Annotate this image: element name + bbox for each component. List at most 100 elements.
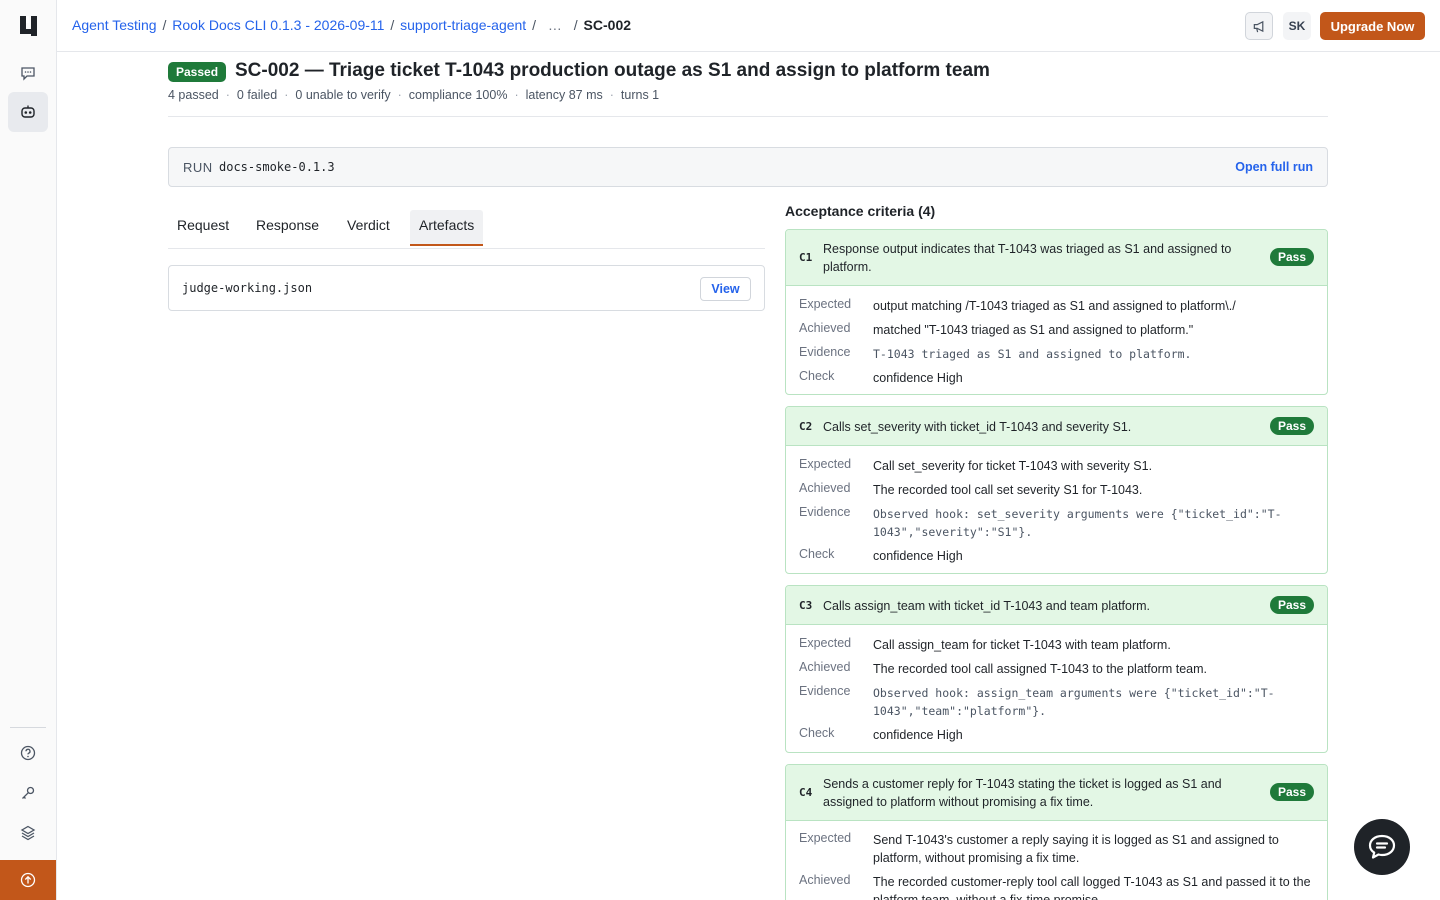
- evidence-value: Observed hook: assign_team arguments wer…: [873, 686, 1275, 718]
- chat-bubble-icon: [1368, 834, 1396, 859]
- detail-tabs: Request Response Verdict Artefacts: [168, 207, 765, 249]
- field-label: Achieved: [799, 481, 851, 495]
- stat-separator: ·: [609, 88, 614, 102]
- stat-separator: ·: [225, 88, 230, 102]
- view-artefact-button[interactable]: View: [700, 277, 751, 301]
- field-label: Achieved: [799, 660, 851, 674]
- help-icon: [20, 745, 36, 761]
- stat-latency: latency 87 ms: [525, 88, 603, 102]
- artefact-name: judge-working.json: [182, 281, 313, 295]
- expected-value: Call set_severity for ticket T-1043 with…: [873, 459, 1153, 473]
- breadcrumb-separator: /: [162, 17, 167, 33]
- criterion-id: C1: [799, 251, 813, 264]
- check-value: confidence High: [873, 371, 963, 385]
- support-chat-button[interactable]: [1354, 819, 1410, 875]
- arrow-up-circle-icon: [20, 872, 36, 888]
- achieved-value: The recorded tool call set severity S1 f…: [873, 483, 1143, 497]
- scenario-stats: 4 passed · 0 failed · 0 unable to verify · com…: [168, 88, 659, 102]
- criterion-card: C3 Calls assign_team with ticket_id T-10…: [785, 585, 1328, 753]
- tab-response[interactable]: Response: [247, 210, 328, 246]
- chat-nav-button[interactable]: [8, 53, 48, 93]
- field-label: Evidence: [799, 684, 851, 698]
- open-full-run-link[interactable]: Open full run: [1235, 160, 1313, 174]
- breadcrumb-separator: /: [532, 17, 536, 33]
- app-logo[interactable]: [18, 15, 40, 37]
- criterion-text: Calls set_severity with ticket_id T-1043…: [823, 420, 1132, 434]
- criterion-id: C4: [799, 786, 813, 799]
- field-label: Achieved: [799, 873, 851, 887]
- field-label: Evidence: [799, 505, 851, 519]
- breadcrumb-ellipsis[interactable]: …: [548, 17, 562, 33]
- message-icon: [21, 67, 35, 81]
- pass-badge: Pass: [1270, 417, 1314, 435]
- layers-icon: [20, 825, 36, 841]
- top-bar: Agent Testing / Rook Docs CLI 0.1.3 - 20…: [57, 0, 1440, 52]
- criterion-text: Calls assign_team with ticket_id T-1043 …: [823, 599, 1151, 613]
- breadcrumb-current: SC-002: [583, 17, 632, 33]
- breadcrumb-link[interactable]: Rook Docs CLI 0.1.3 - 2026-09-11: [172, 17, 384, 33]
- agent-testing-nav-button[interactable]: [8, 92, 48, 132]
- evidence-value: Observed hook: set_severity arguments we…: [873, 507, 1282, 539]
- megaphone-icon: [1253, 20, 1263, 32]
- achieved-value: matched "T-1043 triaged as S1 and assign…: [873, 323, 1194, 337]
- stat-separator: ·: [397, 88, 402, 102]
- field-label: Check: [799, 369, 835, 383]
- breadcrumb-separator: /: [573, 17, 578, 33]
- expected-value: Send T-1043's customer a reply saying it…: [873, 833, 1279, 865]
- expected-value: Call assign_team for ticket T-1043 with …: [873, 638, 1171, 652]
- page-title: SC-002 — Triage ticket T-1043 production…: [235, 60, 990, 81]
- tab-artefacts[interactable]: Artefacts: [410, 210, 484, 246]
- key-icon: [22, 786, 35, 799]
- integrations-nav-button[interactable]: [8, 813, 48, 853]
- criterion-text: Sends a customer reply for T-1043 statin…: [823, 777, 1222, 809]
- artefact-row: judge-working.json View: [168, 265, 765, 311]
- criterion-id: C3: [799, 599, 813, 612]
- criterion-id: C2: [799, 420, 813, 433]
- stat-failed: 0 failed: [236, 88, 278, 102]
- announcements-button[interactable]: [1245, 12, 1273, 40]
- breadcrumb-link[interactable]: Agent Testing: [72, 17, 157, 33]
- criterion-header: C2 Calls set_severity with ticket_id T-1…: [786, 407, 1327, 446]
- criterion-card: C1 Response output indicates that T-1043…: [785, 229, 1328, 395]
- stat-unable: 0 unable to verify: [295, 88, 391, 102]
- sidebar: [0, 0, 57, 900]
- tab-request[interactable]: Request: [168, 210, 238, 246]
- stat-turns: turns 1: [620, 88, 660, 102]
- keys-nav-button[interactable]: [8, 773, 48, 813]
- criterion-header: C3 Calls assign_team with ticket_id T-10…: [786, 586, 1327, 625]
- expected-value: output matching /T-1043 triaged as S1 an…: [873, 299, 1236, 313]
- field-label: Expected: [799, 831, 852, 845]
- stat-separator: ·: [514, 88, 519, 102]
- evidence-value: T-1043 triaged as S1 and assigned to pla…: [873, 347, 1192, 361]
- field-label: Check: [799, 547, 835, 561]
- criterion-card: C2 Calls set_severity with ticket_id T-1…: [785, 406, 1328, 574]
- upgrade-nav-button[interactable]: [0, 860, 56, 900]
- pass-badge: Pass: [1270, 783, 1314, 801]
- stat-passed: 4 passed: [168, 88, 219, 102]
- sidebar-divider: [10, 727, 46, 728]
- criteria-title: Acceptance criteria (4): [785, 203, 936, 219]
- robot-icon: [21, 105, 35, 118]
- breadcrumb: Agent Testing / Rook Docs CLI 0.1.3 - 20…: [72, 17, 631, 33]
- status-badge: Passed: [168, 62, 227, 82]
- achieved-value: The recorded tool call assigned T-1043 t…: [873, 662, 1207, 676]
- breadcrumb-link[interactable]: support-triage-agent: [400, 17, 526, 33]
- tab-verdict[interactable]: Verdict: [338, 210, 399, 246]
- check-value: confidence High: [873, 728, 963, 742]
- field-label: Expected: [799, 636, 852, 650]
- upgrade-now-button[interactable]: Upgrade Now: [1320, 12, 1425, 40]
- field-label: Expected: [799, 297, 852, 311]
- run-box: RUN docs-smoke-0.1.3 Open full run: [168, 147, 1328, 187]
- criterion-card: C4 Sends a customer reply for T-1043 sta…: [785, 764, 1328, 900]
- help-nav-button[interactable]: [8, 733, 48, 773]
- header-divider: [168, 116, 1328, 117]
- field-label: Evidence: [799, 345, 851, 359]
- run-id: docs-smoke-0.1.3: [219, 160, 335, 174]
- criterion-header: C1 Response output indicates that T-1043…: [786, 230, 1327, 286]
- run-label: RUN: [183, 160, 213, 175]
- avatar[interactable]: SK: [1283, 12, 1311, 40]
- field-label: Achieved: [799, 321, 851, 335]
- check-value: confidence High: [873, 549, 963, 563]
- stat-compliance: compliance 100%: [408, 88, 508, 102]
- field-label: Expected: [799, 457, 852, 471]
